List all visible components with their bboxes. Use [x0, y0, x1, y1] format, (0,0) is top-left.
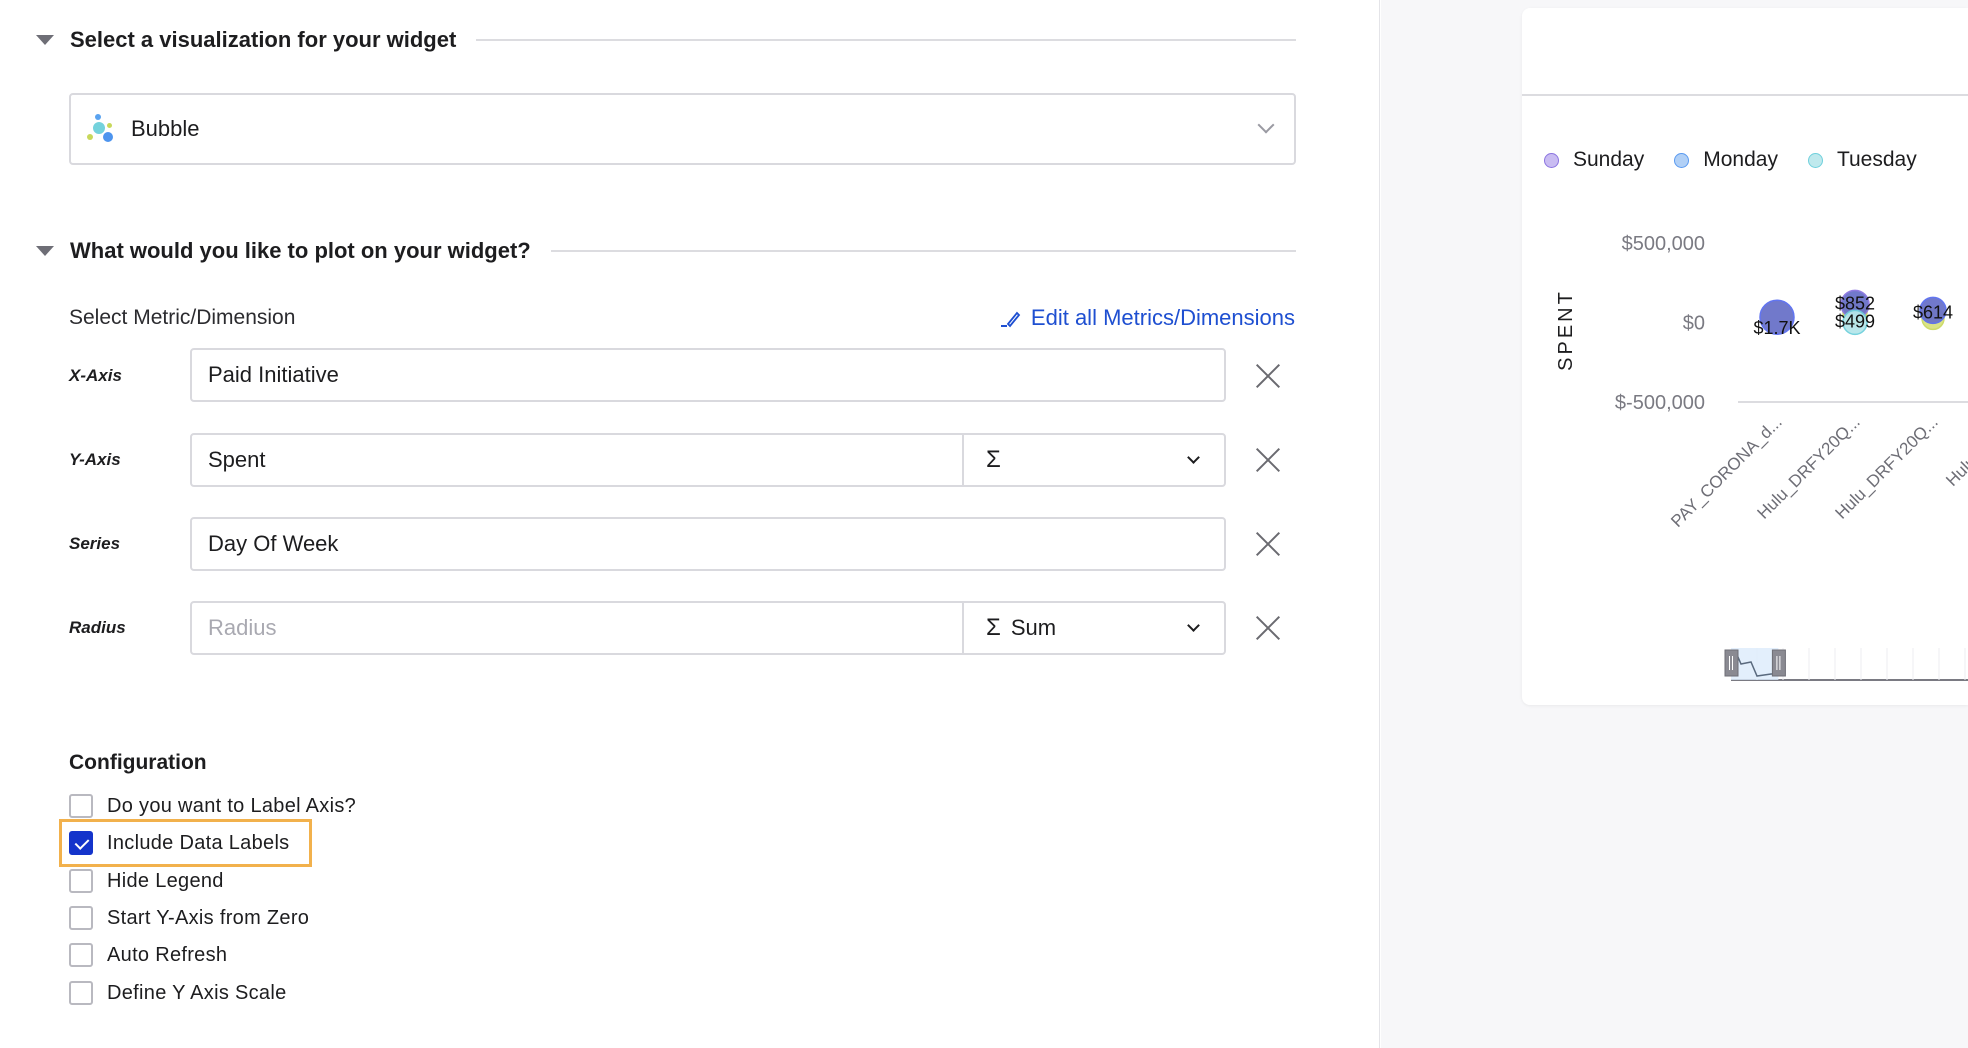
- x-axis-field[interactable]: Paid Initiative: [190, 348, 1226, 402]
- section-plot-header[interactable]: What would you like to plot on your widg…: [36, 238, 1296, 264]
- y-axis-value[interactable]: Spent: [192, 447, 962, 473]
- edit-link-text: Edit all Metrics/Dimensions: [1030, 305, 1295, 330]
- checkbox[interactable]: [69, 981, 93, 1005]
- data-label: $1.7K: [1753, 318, 1800, 338]
- series-value[interactable]: Day Of Week: [192, 531, 1224, 557]
- option-label-axis[interactable]: Do you want to Label Axis?: [69, 794, 356, 818]
- y-tick-label: $0: [1683, 313, 1705, 335]
- option-label: Start Y-Axis from Zero: [107, 906, 310, 929]
- data-label: $614: [1913, 302, 1953, 322]
- series-label: Series: [69, 534, 121, 553]
- x-axis-value[interactable]: Paid Initiative: [192, 362, 1224, 388]
- series-field[interactable]: Day Of Week: [190, 517, 1226, 571]
- collapse-triangle-icon[interactable]: [36, 246, 54, 256]
- bubble-chart: SPENT$500,000$0$-500,000PAY_CORONA_d...H…: [1555, 233, 1968, 681]
- checkbox[interactable]: [69, 906, 93, 930]
- visualization-select[interactable]: Bubble: [69, 93, 1296, 165]
- x-axis-label: X-Axis: [69, 366, 122, 385]
- edit-all-metrics-link[interactable]: Edit all Metrics/Dimensions: [999, 305, 1295, 331]
- option-label: Hide Legend: [107, 869, 224, 892]
- checkbox[interactable]: [69, 869, 93, 893]
- option-include-data-labels[interactable]: Include Data Labels: [69, 831, 290, 855]
- y-axis-aggregation-select[interactable]: Σ: [962, 435, 1224, 485]
- radius-label: Radius: [69, 618, 126, 637]
- x-tick-label: Hulu_DRFY: [1942, 412, 1968, 490]
- sigma-icon: Σ: [986, 446, 1001, 473]
- bubble-chart-icon: [87, 114, 117, 144]
- remove-x-axis-close-icon[interactable]: [1254, 362, 1282, 390]
- checkbox-checked[interactable]: [69, 831, 93, 855]
- aggregation-value: Sum: [1010, 615, 1057, 640]
- remove-series-close-icon[interactable]: [1254, 530, 1282, 558]
- select-metric-label: Select Metric/Dimension: [69, 306, 296, 329]
- chart-preview-card: Sunday Monday Tuesday SPENT $500,000 $0 $-5…: [1522, 8, 1968, 705]
- checkbox[interactable]: [69, 794, 93, 818]
- chevron-down-icon: [1187, 451, 1200, 464]
- collapse-triangle-icon[interactable]: [36, 35, 54, 45]
- visualization-selected-value: Bubble: [131, 116, 200, 141]
- configuration-title: Configuration: [69, 751, 207, 774]
- y-axis-title: SPENT: [1555, 289, 1577, 371]
- option-label: Include Data Labels: [107, 831, 290, 854]
- checkbox[interactable]: [69, 943, 93, 967]
- chevron-down-icon: [1187, 619, 1200, 632]
- y-axis-label: Y-Axis: [69, 450, 121, 469]
- option-define-y-scale[interactable]: Define Y Axis Scale: [69, 981, 287, 1005]
- y-axis-field[interactable]: Spent Σ: [190, 433, 1226, 487]
- radius-aggregation-select[interactable]: Σ Sum: [962, 603, 1224, 653]
- section-title: Select a visualization for your widget: [70, 27, 457, 52]
- remove-y-axis-close-icon[interactable]: [1254, 446, 1282, 474]
- data-label: $852: [1835, 293, 1875, 313]
- data-zoom-handle-right[interactable]: [1771, 649, 1786, 677]
- y-tick-label: $-500,000: [1615, 392, 1705, 414]
- divider: [550, 250, 1296, 252]
- y-tick-label: $500,000: [1622, 233, 1705, 255]
- section-title: What would you like to plot on your widg…: [70, 238, 531, 263]
- section-visualization-header[interactable]: Select a visualization for your widget: [36, 27, 1296, 53]
- option-label: Do you want to Label Axis?: [107, 794, 357, 817]
- pencil-icon: [1000, 311, 1021, 328]
- widget-config-panel: Select a visualization for your widget B…: [0, 0, 1380, 1048]
- radius-placeholder[interactable]: Radius: [192, 615, 962, 641]
- option-auto-refresh[interactable]: Auto Refresh: [69, 943, 227, 967]
- option-label: Auto Refresh: [107, 943, 228, 966]
- option-label: Define Y Axis Scale: [107, 981, 287, 1004]
- remove-radius-close-icon[interactable]: [1254, 614, 1282, 642]
- data-zoom-handle-left[interactable]: [1724, 649, 1739, 677]
- sigma-icon: Σ: [986, 614, 1001, 641]
- data-label: $499: [1835, 311, 1875, 331]
- divider: [476, 39, 1296, 41]
- option-hide-legend[interactable]: Hide Legend: [69, 869, 224, 893]
- chevron-down-icon: [1257, 116, 1275, 134]
- option-start-y-from-zero[interactable]: Start Y-Axis from Zero: [69, 906, 309, 930]
- radius-field[interactable]: Radius Σ Sum: [190, 601, 1226, 655]
